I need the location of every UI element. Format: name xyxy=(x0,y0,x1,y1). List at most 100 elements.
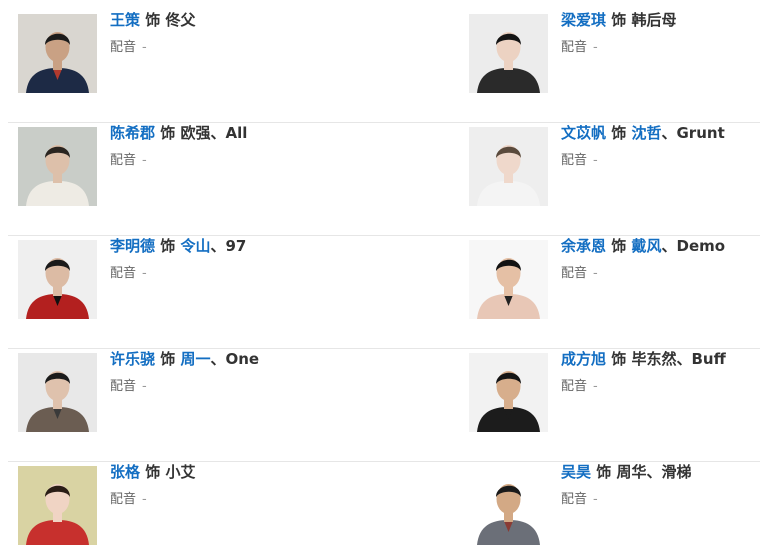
role-name: 、 xyxy=(210,350,226,368)
actor-photo[interactable] xyxy=(18,466,97,545)
voice-label: 配音 xyxy=(110,379,137,394)
voice-value: - xyxy=(593,492,598,507)
cast-row: 李明德 饰 令山、97 配音 - 余承恩 饰 戴风、Demo 配音 - xyxy=(8,235,760,349)
voice-label: 配音 xyxy=(561,492,588,507)
voice-label: 配音 xyxy=(561,40,588,55)
actor-name-link[interactable]: 张格 xyxy=(110,463,140,481)
voice-value: - xyxy=(593,266,598,281)
voice-value: - xyxy=(142,492,147,507)
role-name-link[interactable]: 令山 xyxy=(180,237,210,255)
voice-value: - xyxy=(593,379,598,394)
cast-info: 李明德 饰 令山、97 配音 - xyxy=(110,235,246,283)
actor-photo[interactable] xyxy=(469,353,548,432)
role-name: 、 xyxy=(676,350,692,368)
actor-name-link[interactable]: 吴昊 xyxy=(561,463,591,481)
role-name: 欧强 xyxy=(180,124,211,142)
cast-info: 许乐骁 饰 周一、One 配音 - xyxy=(110,348,259,396)
voice-label: 配音 xyxy=(110,492,137,507)
voice-value: - xyxy=(593,153,598,168)
actor-name-link[interactable]: 文苡帆 xyxy=(561,124,606,142)
actor-photo[interactable] xyxy=(18,353,97,432)
role-line: 王策 饰 佟父 xyxy=(110,9,195,31)
cast-member: 陈希郡 饰 欧强、All 配音 - xyxy=(18,122,398,235)
role-name: 小艾 xyxy=(165,463,196,481)
role-name-link[interactable]: 戴风 xyxy=(631,237,661,255)
cast-row: 陈希郡 饰 欧强、All 配音 - 文苡帆 饰 沈哲、Grunt 配音 - xyxy=(8,122,760,236)
voice-actor: 配音 - xyxy=(110,378,259,396)
cast-list: 王策 饰 佟父 配音 - 梁爱琪 饰 韩后母 配音 - 陈希郡 饰 欧强、All 配音 - 文苡帆… xyxy=(0,0,760,560)
cast-info: 张格 饰 小艾配音 - xyxy=(110,461,195,509)
role-name: Grunt xyxy=(676,124,725,142)
cast-row: 张格 饰 小艾 配音 - 吴昊 饰 周华、滑梯 配音 - xyxy=(8,461,760,560)
role-name: Buff xyxy=(691,350,726,368)
cast-member: 王策 饰 佟父配音 - xyxy=(18,9,398,122)
actor-name-link[interactable]: 李明德 xyxy=(110,237,155,255)
portrait-graphic xyxy=(469,240,548,319)
actor-name-link[interactable]: 余承恩 xyxy=(561,237,606,255)
plays-as-label: 饰 xyxy=(155,350,181,368)
actor-photo[interactable] xyxy=(469,14,548,93)
cast-info: 文苡帆 饰 沈哲、Grunt 配音 - xyxy=(561,122,725,170)
actor-photo[interactable] xyxy=(469,127,548,206)
role-line: 文苡帆 饰 沈哲、Grunt xyxy=(561,122,725,144)
role-name-link[interactable]: 周一 xyxy=(180,350,210,368)
role-name: 、 xyxy=(661,124,677,142)
voice-value: - xyxy=(142,379,147,394)
voice-actor: 配音 - xyxy=(110,265,246,283)
actor-photo[interactable] xyxy=(18,240,97,319)
plays-as-label: 饰 xyxy=(140,463,166,481)
role-line: 成方旭 饰 毕东然、Buff xyxy=(561,348,726,370)
portrait-graphic xyxy=(469,127,548,206)
actor-photo[interactable] xyxy=(469,466,548,545)
portrait-graphic xyxy=(18,14,97,93)
role-name: All xyxy=(225,124,248,142)
cast-info: 余承恩 饰 戴风、Demo 配音 - xyxy=(561,235,725,283)
portrait-graphic xyxy=(18,240,97,319)
role-name-link[interactable]: 沈哲 xyxy=(631,124,661,142)
cast-info: 梁爱琪 饰 韩后母配音 - xyxy=(561,9,676,57)
cast-member: 吴昊 饰 周华、滑梯配音 - xyxy=(469,461,760,560)
role-line: 陈希郡 饰 欧强、All xyxy=(110,122,247,144)
plays-as-label: 饰 xyxy=(155,237,181,255)
role-name: 韩后母 xyxy=(631,11,677,29)
role-name: One xyxy=(225,350,260,368)
role-line: 张格 饰 小艾 xyxy=(110,461,195,483)
voice-value: - xyxy=(142,266,147,281)
role-line: 李明德 饰 令山、97 xyxy=(110,235,246,257)
actor-photo[interactable] xyxy=(469,240,548,319)
plays-as-label: 饰 xyxy=(606,350,632,368)
cast-row: 许乐骁 饰 周一、One 配音 - 成方旭 饰 毕东然、Buff 配音 - xyxy=(8,348,760,462)
plays-as-label: 饰 xyxy=(155,124,181,142)
role-line: 许乐骁 饰 周一、One xyxy=(110,348,259,370)
voice-value: - xyxy=(142,153,147,168)
portrait-graphic xyxy=(469,353,548,432)
cast-member: 李明德 饰 令山、97 配音 - xyxy=(18,235,398,348)
role-name: Demo xyxy=(676,237,726,255)
cast-member: 许乐骁 饰 周一、One 配音 - xyxy=(18,348,398,461)
role-line: 吴昊 饰 周华、滑梯 xyxy=(561,461,692,483)
actor-photo[interactable] xyxy=(18,14,97,93)
portrait-graphic xyxy=(18,127,97,206)
actor-name-link[interactable]: 陈希郡 xyxy=(110,124,155,142)
cast-member: 余承恩 饰 戴风、Demo 配音 - xyxy=(469,235,760,348)
plays-as-label: 饰 xyxy=(606,11,632,29)
role-name: 佟父 xyxy=(165,11,196,29)
role-line: 梁爱琪 饰 韩后母 xyxy=(561,9,676,31)
portrait-graphic xyxy=(469,466,548,545)
actor-name-link[interactable]: 梁爱琪 xyxy=(561,11,606,29)
role-name: 、 xyxy=(210,237,226,255)
actor-name-link[interactable]: 王策 xyxy=(110,11,140,29)
cast-member: 文苡帆 饰 沈哲、Grunt 配音 - xyxy=(469,122,760,235)
voice-actor: 配音 - xyxy=(561,39,676,57)
actor-name-link[interactable]: 许乐骁 xyxy=(110,350,155,368)
voice-actor: 配音 - xyxy=(110,152,247,170)
portrait-graphic xyxy=(469,14,548,93)
cast-info: 吴昊 饰 周华、滑梯配音 - xyxy=(561,461,692,509)
actor-name-link[interactable]: 成方旭 xyxy=(561,350,606,368)
voice-actor: 配音 - xyxy=(110,39,195,57)
voice-label: 配音 xyxy=(110,153,137,168)
cast-info: 王策 饰 佟父配音 - xyxy=(110,9,195,57)
actor-photo[interactable] xyxy=(18,127,97,206)
role-name: 、 xyxy=(210,124,226,142)
cast-row: 王策 饰 佟父 配音 - 梁爱琪 饰 韩后母 配音 - xyxy=(8,9,760,123)
